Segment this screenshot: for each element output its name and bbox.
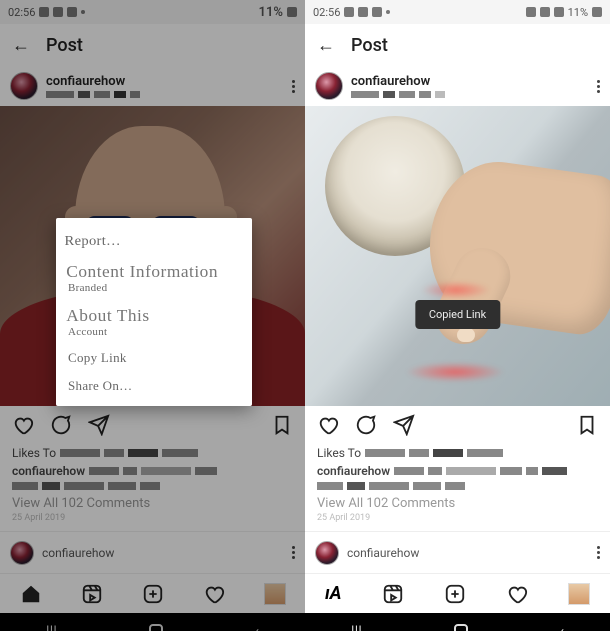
comment-username[interactable]: confiaurehow: [42, 546, 114, 560]
dot-icon: [386, 10, 390, 14]
recents-button[interactable]: |||: [351, 622, 362, 631]
more-options-button[interactable]: [292, 80, 295, 93]
battery-icon: [287, 7, 297, 17]
status-left: 02:56: [313, 6, 390, 19]
status-bar: 02:56 11%: [0, 0, 305, 24]
page-title: Post: [46, 35, 83, 56]
battery-icon: [592, 7, 602, 17]
view-comments-link[interactable]: View All 102 Comments: [12, 496, 293, 511]
toast-text: Copied Link: [429, 308, 486, 321]
author-meta-blur: [351, 91, 445, 98]
post-header: ← Post: [305, 24, 610, 66]
likes-text: Likes To: [12, 446, 56, 460]
comment-input-row: confiaurehow: [0, 531, 305, 573]
post-date: 25 April 2019: [317, 513, 598, 523]
settings-icon: [67, 7, 77, 17]
avatar[interactable]: [315, 72, 343, 100]
comment-username[interactable]: confiaurehow: [347, 546, 419, 560]
action-row: [305, 406, 610, 444]
battery-text: 11%: [568, 6, 588, 19]
caption-username[interactable]: confiaurehow: [12, 464, 85, 478]
status-bar: 02:56 11%: [305, 0, 610, 24]
post-header: ← Post: [0, 24, 305, 66]
view-comments-link[interactable]: View All 102 Comments: [317, 496, 598, 511]
author-row: confiaurehow: [305, 66, 610, 106]
author-username[interactable]: confiaurehow: [351, 74, 445, 89]
red-light: [405, 362, 505, 382]
caption-username[interactable]: confiaurehow: [317, 464, 390, 478]
dot-icon: [81, 10, 85, 14]
menu-copy-link[interactable]: Copy Link: [56, 342, 252, 370]
post-image[interactable]: [305, 106, 610, 406]
profile-tab[interactable]: [264, 583, 286, 605]
settings-icon: [372, 7, 382, 17]
author-username[interactable]: confiaurehow: [46, 74, 140, 89]
add-icon[interactable]: [142, 583, 164, 605]
author-meta-blur: [46, 91, 140, 98]
copied-link-toast: Copied Link: [415, 300, 500, 329]
back-button[interactable]: ‹: [560, 622, 565, 631]
bookmark-icon[interactable]: [271, 414, 293, 436]
comment-icon[interactable]: [355, 414, 377, 436]
home-button[interactable]: [149, 624, 163, 631]
caption-area: Likes To confiaurehow View All 102 Comme…: [305, 444, 610, 531]
comment-more-icon[interactable]: [597, 546, 600, 559]
avatar[interactable]: [10, 72, 38, 100]
menu-about-account[interactable]: About This: [54, 298, 254, 330]
heart-nav-icon[interactable]: [506, 583, 528, 605]
action-row: [0, 406, 305, 444]
message-icon: [53, 7, 63, 17]
message-icon: [358, 7, 368, 17]
home-button[interactable]: [454, 624, 468, 631]
battery-text: 11%: [259, 5, 283, 20]
bottom-nav: [0, 573, 305, 613]
status-left: 02:56: [8, 6, 85, 19]
share-icon[interactable]: [393, 414, 415, 436]
comment-icon[interactable]: [50, 414, 72, 436]
avatar[interactable]: [315, 541, 339, 565]
reels-icon[interactable]: [81, 583, 103, 605]
status-time: 02:56: [313, 6, 340, 19]
signal-icon: [554, 7, 564, 17]
alarm-icon: [526, 7, 536, 17]
status-right: 11%: [526, 6, 602, 19]
likes-text: Likes To: [317, 446, 361, 460]
back-arrow-icon[interactable]: ←: [12, 35, 30, 56]
post-date: 25 April 2019: [12, 513, 293, 523]
status-time: 02:56: [8, 6, 35, 19]
share-icon[interactable]: [88, 414, 110, 436]
reels-icon[interactable]: [382, 583, 404, 605]
author-row: confiaurehow: [0, 66, 305, 106]
heart-icon[interactable]: [12, 414, 34, 436]
heart-icon[interactable]: [317, 414, 339, 436]
menu-report[interactable]: Report…: [52, 226, 256, 254]
caption-area: Likes To confiaurehow View All 102 Comme…: [0, 444, 305, 531]
avatar[interactable]: [10, 541, 34, 565]
picture-icon: [344, 7, 354, 17]
status-right: 11%: [259, 5, 297, 20]
wifi-icon: [540, 7, 550, 17]
bookmark-icon[interactable]: [576, 414, 598, 436]
red-light: [421, 281, 491, 299]
page-title: Post: [351, 35, 388, 56]
comment-more-icon[interactable]: [292, 546, 295, 559]
text-tool-icon[interactable]: ıA: [325, 583, 342, 604]
more-options-button[interactable]: [597, 80, 600, 93]
bottom-nav: ıA: [305, 573, 610, 613]
menu-branded-content[interactable]: Content Information: [54, 254, 254, 286]
back-arrow-icon[interactable]: ←: [317, 35, 335, 56]
system-nav: ||| ‹: [305, 613, 610, 631]
profile-tab[interactable]: [568, 583, 590, 605]
add-icon[interactable]: [444, 583, 466, 605]
recents-button[interactable]: |||: [46, 622, 57, 631]
back-button[interactable]: ‹: [255, 622, 260, 631]
home-icon[interactable]: [20, 583, 42, 605]
picture-icon: [39, 7, 49, 17]
heart-nav-icon[interactable]: [203, 583, 225, 605]
system-nav: ||| ‹: [0, 613, 305, 631]
nail: [457, 328, 475, 342]
comment-input-row: confiaurehow: [305, 531, 610, 573]
menu-share-on[interactable]: Share On…: [56, 370, 252, 398]
context-menu: Report… Content Information Branded Abou…: [56, 218, 252, 406]
